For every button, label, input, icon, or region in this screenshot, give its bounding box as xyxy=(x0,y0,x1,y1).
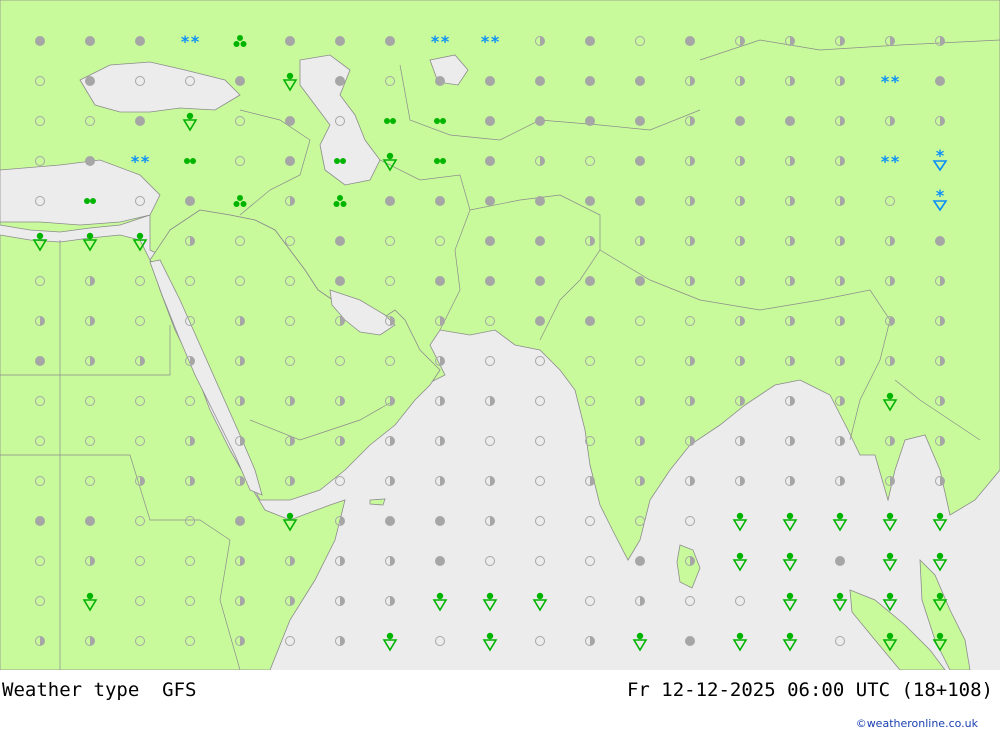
svg-text:*: * xyxy=(131,152,140,171)
cloudy-symbol xyxy=(385,516,395,526)
cloudy-symbol xyxy=(335,76,345,86)
cloudy-symbol xyxy=(385,196,395,206)
cloudy-symbol xyxy=(635,276,645,286)
cloudy-symbol xyxy=(485,196,495,206)
cloudy-symbol xyxy=(85,76,95,86)
map-title: Weather type GFS xyxy=(2,679,197,701)
svg-text:*: * xyxy=(441,32,450,51)
cloudy-symbol xyxy=(585,196,595,206)
svg-text:*: * xyxy=(481,32,490,51)
cloudy-symbol xyxy=(535,116,545,126)
cloudy-symbol xyxy=(285,36,295,46)
cloudy-symbol xyxy=(485,116,495,126)
cloudy-symbol xyxy=(685,36,695,46)
cloudy-symbol xyxy=(485,236,495,246)
cloudy-symbol xyxy=(485,156,495,166)
snow-symbol: * * xyxy=(881,152,900,171)
cloudy-symbol xyxy=(85,516,95,526)
footer: Weather type GFS Fr 12-12-2025 06:00 UTC… xyxy=(0,670,1000,733)
cloudy-symbol xyxy=(285,156,295,166)
cloudy-symbol xyxy=(485,276,495,286)
cloudy-symbol xyxy=(635,196,645,206)
cloudy-symbol xyxy=(435,516,445,526)
snow-symbol: * * xyxy=(431,32,450,51)
credit-link[interactable]: ©weatheronline.co.uk xyxy=(856,717,978,730)
cloudy-symbol xyxy=(935,236,945,246)
cloudy-symbol xyxy=(535,196,545,206)
svg-text:*: * xyxy=(191,32,200,51)
svg-text:*: * xyxy=(491,32,500,51)
cloudy-symbol xyxy=(135,36,145,46)
cloudy-symbol xyxy=(135,116,145,126)
snow-symbol: * * xyxy=(131,152,150,171)
cloudy-symbol xyxy=(585,76,595,86)
cloudy-symbol xyxy=(35,356,45,366)
svg-text:*: * xyxy=(891,152,900,171)
cloudy-symbol xyxy=(485,76,495,86)
cloudy-symbol xyxy=(335,36,345,46)
cloudy-symbol xyxy=(835,556,845,566)
cloudy-symbol xyxy=(435,76,445,86)
cloudy-symbol xyxy=(635,116,645,126)
cloudy-symbol xyxy=(585,316,595,326)
svg-text:*: * xyxy=(936,186,945,205)
cloudy-symbol xyxy=(435,196,445,206)
cloudy-symbol xyxy=(335,276,345,286)
cloudy-symbol xyxy=(585,36,595,46)
cloudy-symbol xyxy=(385,36,395,46)
cloudy-symbol xyxy=(235,516,245,526)
snow-symbol: * * xyxy=(881,72,900,91)
cloudy-symbol xyxy=(635,556,645,566)
svg-text:*: * xyxy=(431,32,440,51)
cloudy-symbol xyxy=(685,636,695,646)
svg-text:*: * xyxy=(141,152,150,171)
cloudy-symbol xyxy=(335,236,345,246)
cloudy-symbol xyxy=(535,236,545,246)
cloudy-symbol xyxy=(935,76,945,86)
cloudy-symbol xyxy=(535,76,545,86)
cloudy-symbol xyxy=(235,76,245,86)
svg-text:*: * xyxy=(881,72,890,91)
cloudy-symbol xyxy=(635,76,645,86)
svg-text:*: * xyxy=(181,32,190,51)
weather-map: * * * * * ** ** * * * ** xyxy=(0,0,1000,670)
cloudy-symbol xyxy=(585,116,595,126)
cloudy-symbol xyxy=(635,156,645,166)
svg-text:*: * xyxy=(891,72,900,91)
cloudy-symbol xyxy=(435,276,445,286)
cloudy-symbol xyxy=(535,276,545,286)
cloudy-symbol xyxy=(35,36,45,46)
snow-symbol: * * xyxy=(181,32,200,51)
cloudy-symbol xyxy=(785,116,795,126)
svg-text:*: * xyxy=(936,146,945,165)
cloudy-symbol xyxy=(435,556,445,566)
cloudy-symbol xyxy=(185,196,195,206)
cloudy-symbol xyxy=(85,156,95,166)
snow-symbol: * * xyxy=(481,32,500,51)
land-socotra xyxy=(369,498,386,506)
valid-time: Fr 12-12-2025 06:00 UTC (18+108) xyxy=(626,679,993,701)
cloudy-symbol xyxy=(35,516,45,526)
cloudy-symbol xyxy=(285,116,295,126)
svg-text:*: * xyxy=(881,152,890,171)
cloudy-symbol xyxy=(535,316,545,326)
cloudy-symbol xyxy=(735,116,745,126)
cloudy-symbol xyxy=(85,36,95,46)
cloudy-symbol xyxy=(585,276,595,286)
